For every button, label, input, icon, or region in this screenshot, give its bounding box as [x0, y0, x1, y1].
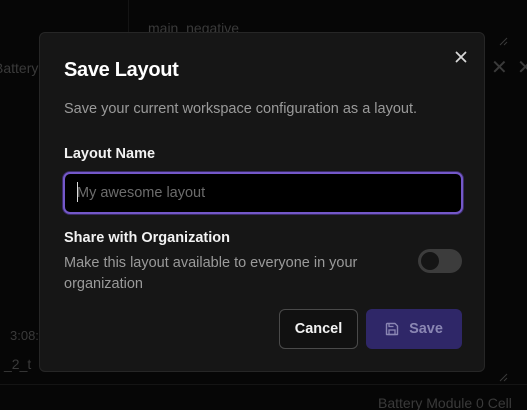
share-title: Share with Organization	[64, 230, 230, 246]
background-label: Battery Module 0 Cell	[378, 395, 512, 410]
save-icon	[385, 322, 399, 336]
save-button-label: Save	[409, 321, 443, 337]
background-label: Battery	[0, 60, 39, 76]
close-icon	[455, 51, 467, 63]
resize-handle-icon	[499, 37, 508, 46]
close-button[interactable]	[453, 49, 469, 65]
text-caret	[77, 182, 78, 202]
background-close-icon: ✕	[517, 57, 527, 79]
layout-name-label: Layout Name	[64, 146, 156, 162]
save-button[interactable]: Save	[366, 309, 462, 349]
resize-handle-icon	[499, 373, 508, 382]
toggle-knob	[421, 252, 439, 270]
dialog-title: Save Layout	[64, 59, 179, 81]
cancel-button-label: Cancel	[294, 321, 343, 337]
share-toggle[interactable]	[418, 249, 462, 273]
background-label: 3:08:	[10, 328, 39, 343]
background-divider	[0, 384, 527, 385]
dialog-description: Save your current workspace configuratio…	[64, 101, 418, 117]
background-label: _2_t	[4, 356, 32, 372]
save-layout-dialog: Save Layout Save your current workspace …	[39, 32, 485, 372]
background-close-icon: ✕	[491, 57, 508, 79]
background-divider	[128, 0, 129, 34]
share-description: Make this layout available to everyone i…	[64, 255, 358, 292]
layout-name-input[interactable]	[63, 172, 463, 214]
cancel-button[interactable]: Cancel	[279, 309, 358, 349]
